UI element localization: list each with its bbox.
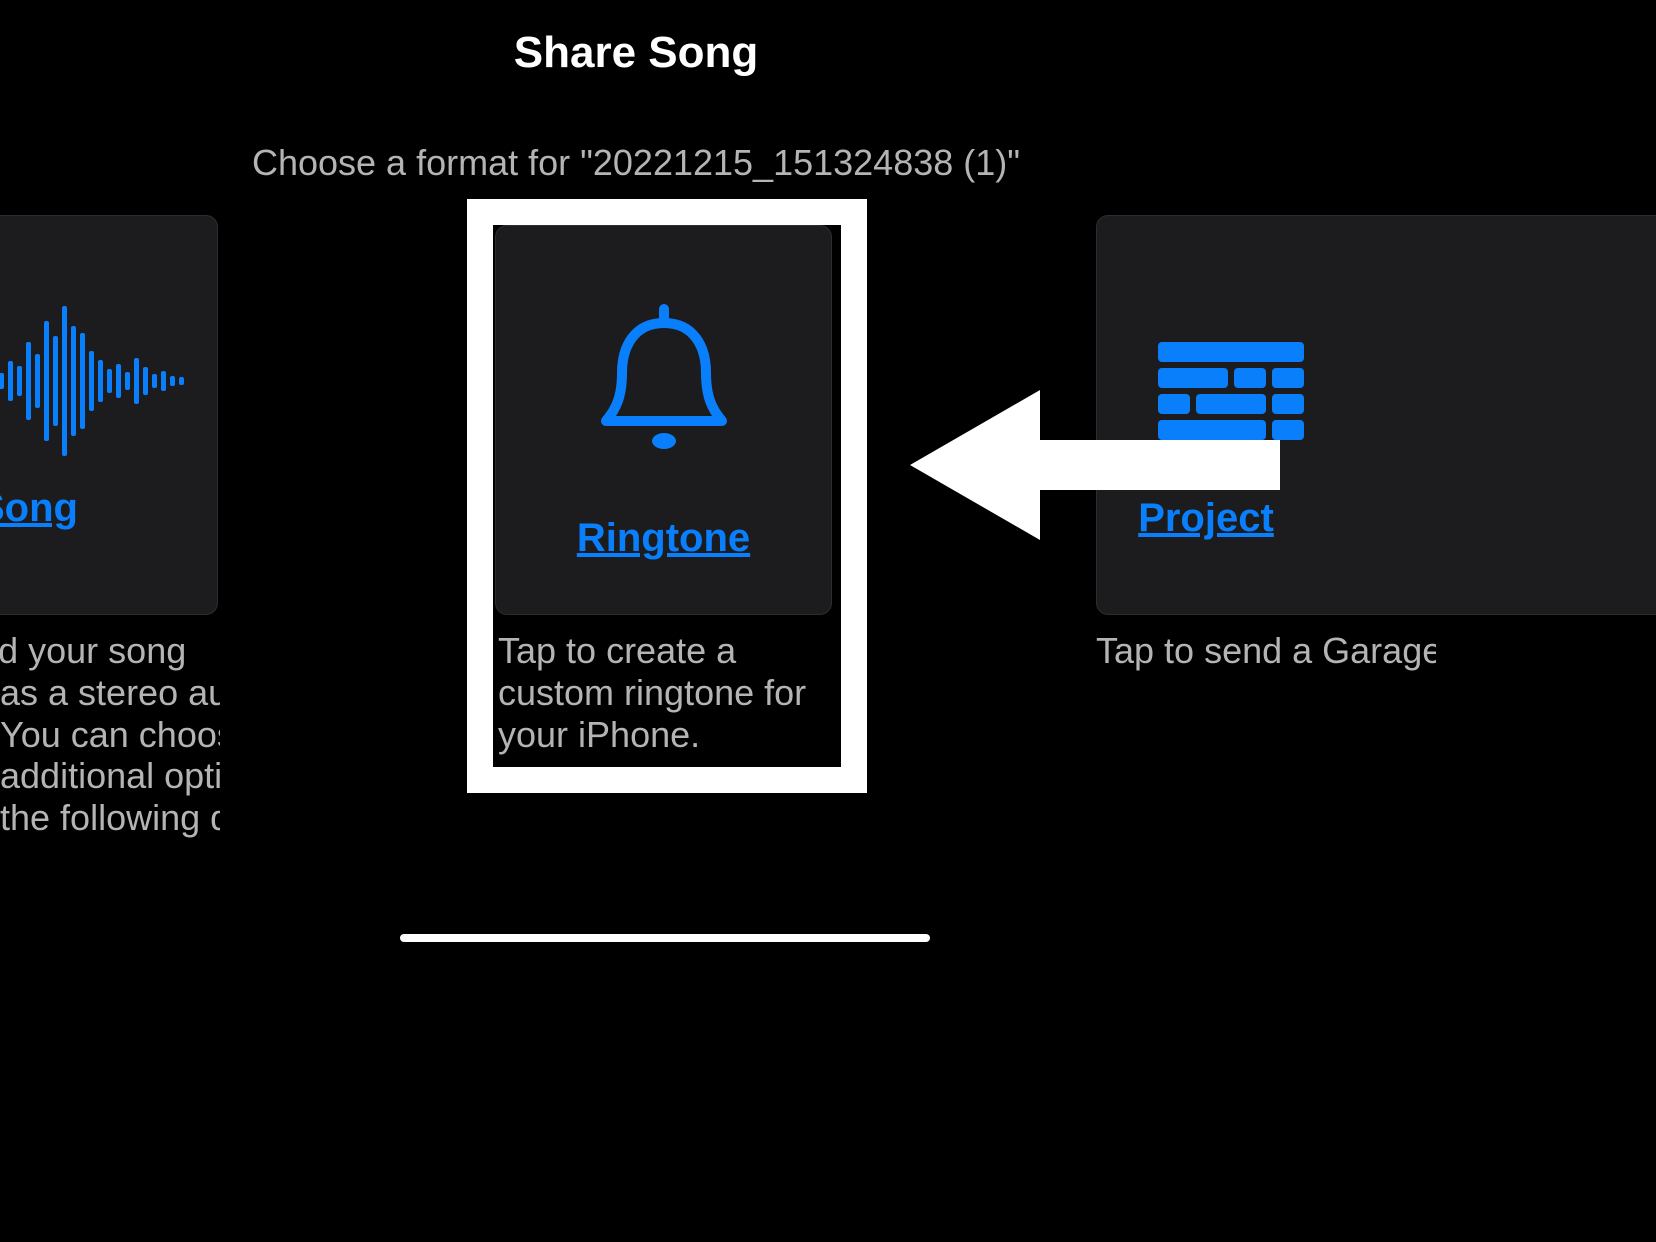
share-sheet: Share Song Choose a format for "20221215… [0, 0, 1272, 954]
option-project[interactable]: Project [1096, 215, 1656, 615]
option-song-label: Song [0, 486, 78, 531]
page-title: Share Song [0, 28, 1272, 78]
option-project-description: Tap to send a GarageBand project which c… [1096, 630, 1436, 672]
home-indicator[interactable] [400, 934, 930, 942]
option-song[interactable]: Song [0, 215, 218, 615]
option-ringtone-label: Ringtone [577, 516, 750, 561]
option-song-description: Tap to send your song as a stereo audio … [0, 630, 220, 839]
option-project-label: Project [1138, 496, 1274, 541]
page-subtitle: Choose a format for "20221215_151324838 … [0, 142, 1272, 184]
option-ringtone[interactable]: Ringtone [495, 225, 832, 615]
option-ringtone-description: Tap to create a custom ringtone for your… [498, 630, 835, 755]
bell-icon [594, 286, 734, 476]
waveform-icon [0, 286, 184, 476]
